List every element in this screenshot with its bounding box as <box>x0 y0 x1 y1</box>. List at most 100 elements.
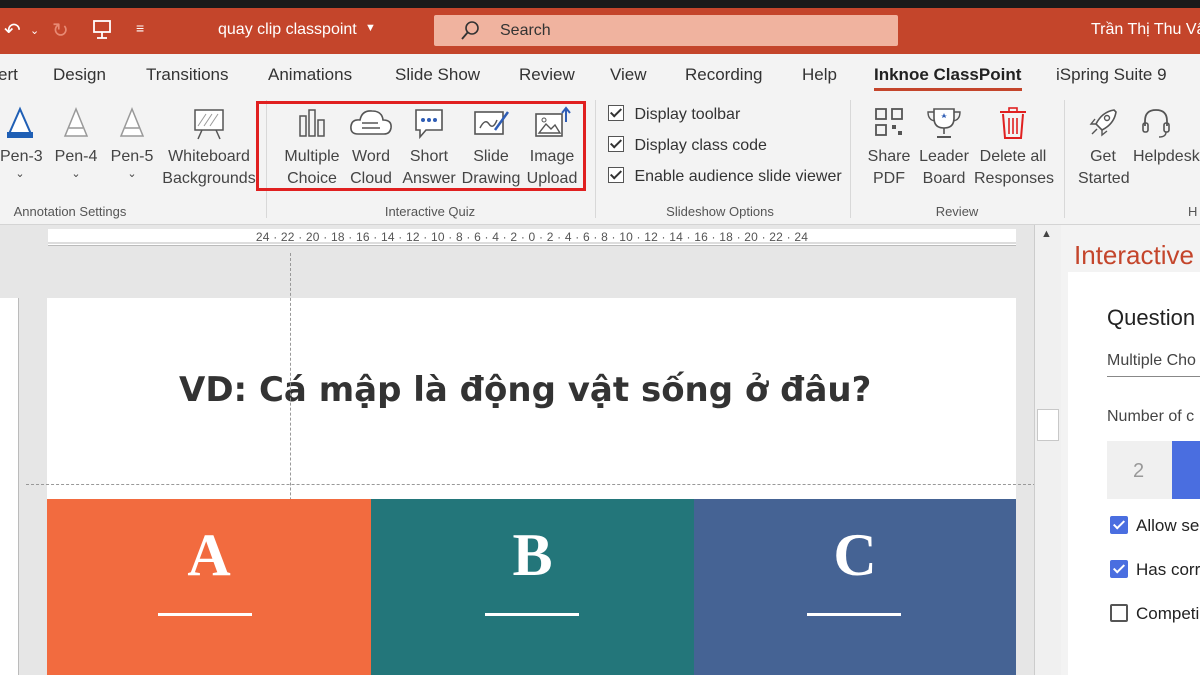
undo-icon[interactable]: ↶ <box>4 18 21 43</box>
number-of-choices-label: Number of c <box>1107 408 1195 425</box>
leader-board-label-1: Leader <box>919 148 969 165</box>
display-toolbar-checkbox[interactable] <box>608 105 624 121</box>
share-pdf-button[interactable]: Share PDF <box>862 106 916 190</box>
option-c-box[interactable]: C <box>694 499 1016 675</box>
tab-ispring-suite[interactable]: iSpring Suite 9 <box>1056 65 1167 85</box>
competition-option[interactable]: Competi <box>1110 604 1199 624</box>
pen-4-icon <box>63 107 89 137</box>
whiteboard-backgrounds-button[interactable]: Whiteboard Backgrounds <box>162 106 256 190</box>
tab-view[interactable]: View <box>610 65 647 85</box>
tab-review[interactable]: Review <box>519 65 575 85</box>
question-heading: Question <box>1107 305 1196 330</box>
undo-dropdown-icon[interactable]: ⌄ <box>30 24 39 37</box>
search-icon <box>461 21 479 40</box>
choices-count-value: 2 <box>1133 460 1145 482</box>
vertical-scrollbar[interactable] <box>1034 225 1061 675</box>
delete-all-responses-button[interactable]: Delete all Responses <box>974 106 1055 190</box>
leader-board-label-2: Board <box>922 170 966 187</box>
pen-3-dropdown-icon[interactable]: ⌄ <box>0 168 40 180</box>
has-correct-label: Has corr <box>1136 560 1200 579</box>
allow-label: Allow se <box>1136 516 1200 535</box>
get-started-label-2: Started <box>1078 170 1130 187</box>
rocket-icon <box>1089 109 1117 137</box>
annotation-settings-group-label: Annotation Settings <box>13 204 127 219</box>
horizontal-guide <box>26 484 1036 485</box>
tab-slide-show[interactable]: Slide Show <box>395 65 480 85</box>
leader-board-button[interactable]: Leader Board <box>918 106 970 190</box>
delete-all-label-2: Responses <box>974 170 1055 187</box>
option-a-box[interactable]: A <box>47 499 371 675</box>
display-class-code-option[interactable]: Display class code <box>608 136 767 155</box>
group-divider <box>1064 100 1065 218</box>
pen-4-label: Pen-4 <box>54 148 98 165</box>
active-tab-indicator <box>874 88 1022 91</box>
pen-3-button[interactable]: Pen-3 ⌄ <box>0 106 43 180</box>
question-type-select[interactable]: Multiple Cho <box>1107 352 1196 370</box>
trash-icon <box>1000 107 1026 139</box>
present-from-start-icon[interactable] <box>92 20 114 40</box>
headset-icon <box>1142 109 1170 138</box>
option-a-letter: A <box>187 522 231 588</box>
whiteboard-label-1: Whiteboard <box>168 148 250 165</box>
scrollbar-thumb[interactable] <box>1037 409 1059 441</box>
scroll-up-icon[interactable]: ▲ <box>1041 228 1052 240</box>
display-class-code-label: Display class code <box>634 137 767 154</box>
option-b-box[interactable]: B <box>371 499 694 675</box>
get-started-label-1: Get <box>1090 148 1116 165</box>
competition-label: Competi <box>1136 604 1200 623</box>
pen-4-button[interactable]: Pen-4 ⌄ <box>54 106 98 180</box>
competition-checkbox[interactable] <box>1110 604 1128 622</box>
share-pdf-label-2: PDF <box>873 170 905 187</box>
tab-insert[interactable]: ert <box>0 65 18 85</box>
helpdesk-button[interactable]: Helpdesk <box>1133 106 1200 168</box>
pen-5-button[interactable]: Pen-5 ⌄ <box>110 106 154 180</box>
panel-title: Interactive <box>1074 240 1194 270</box>
tab-animations[interactable]: Animations <box>268 65 352 85</box>
display-toolbar-label: Display toolbar <box>634 106 741 123</box>
pen-5-icon <box>119 107 145 137</box>
whiteboard-icon <box>194 109 224 140</box>
trophy-icon <box>927 108 961 138</box>
title-dropdown-icon[interactable]: ▼ <box>365 22 376 34</box>
ruler-labels: 24 · 22 · 20 · 18 · 16 · 14 · 12 · 10 · … <box>255 230 809 244</box>
pen-5-dropdown-icon[interactable]: ⌄ <box>110 168 154 180</box>
redo-icon[interactable]: ↻ <box>52 18 69 43</box>
customize-qat-icon[interactable]: ≡ <box>136 20 144 36</box>
pen-5-label: Pen-5 <box>110 148 154 165</box>
group-divider <box>850 100 851 218</box>
option-b-letter: B <box>512 522 553 588</box>
help-group-label: H <box>1188 204 1198 219</box>
allow-checkbox[interactable] <box>1110 516 1128 534</box>
vertical-ruler <box>0 298 19 675</box>
group-divider <box>595 100 596 218</box>
choices-count-selected[interactable] <box>1172 441 1200 499</box>
user-name[interactable]: Trần Thị Thu Vân <box>1091 21 1200 39</box>
tab-transitions[interactable]: Transitions <box>146 65 229 85</box>
document-title[interactable]: quay clip classpoint <box>218 21 357 39</box>
tab-inknoe-classpoint[interactable]: Inknoe ClassPoint <box>874 65 1021 85</box>
qr-code-icon <box>875 108 903 136</box>
option-c-underline <box>807 613 901 616</box>
get-started-button[interactable]: Get Started <box>1078 106 1130 190</box>
option-a-underline <box>158 613 252 616</box>
pen-3-icon <box>7 106 33 138</box>
enable-viewer-option[interactable]: Enable audience slide viewer <box>608 167 842 186</box>
helpdesk-label: Helpdesk <box>1133 148 1200 165</box>
option-c-letter: C <box>833 522 877 588</box>
tab-help[interactable]: Help <box>802 65 837 85</box>
tab-recording[interactable]: Recording <box>685 65 763 85</box>
review-group-label: Review <box>935 204 979 219</box>
slide-question-text[interactable]: VD: Cá mập là động vật sống ở đâu? <box>179 370 871 410</box>
has-correct-checkbox[interactable] <box>1110 560 1128 578</box>
top-strip <box>0 0 1200 8</box>
interactive-quiz-group-label: Interactive Quiz <box>384 204 476 219</box>
highlight-box <box>256 101 586 191</box>
tab-design[interactable]: Design <box>53 65 106 85</box>
allow-option[interactable]: Allow se <box>1110 516 1199 536</box>
has-correct-option[interactable]: Has corr <box>1110 560 1200 580</box>
enable-viewer-checkbox[interactable] <box>608 167 624 183</box>
display-toolbar-option[interactable]: Display toolbar <box>608 105 740 124</box>
pen-4-dropdown-icon[interactable]: ⌄ <box>54 168 98 180</box>
display-class-code-checkbox[interactable] <box>608 136 624 152</box>
search-placeholder: Search <box>500 22 551 39</box>
